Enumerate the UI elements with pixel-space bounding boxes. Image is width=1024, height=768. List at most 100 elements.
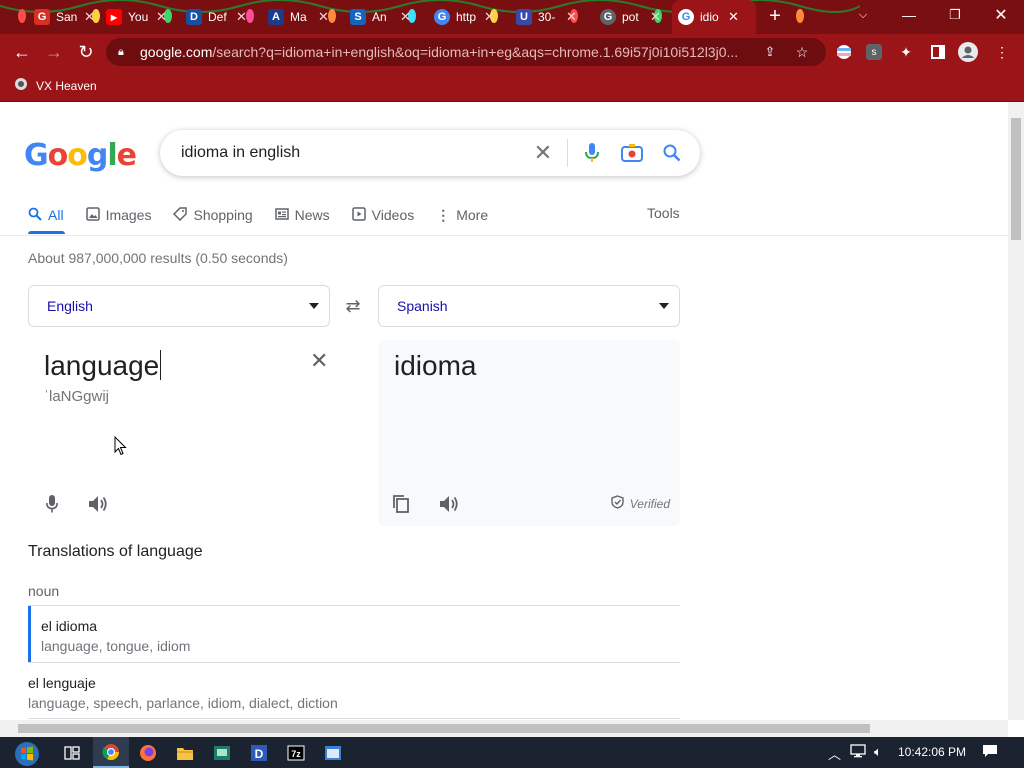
app-icon[interactable] (204, 737, 240, 768)
shield-check-icon (611, 495, 624, 512)
browser-tab[interactable]: U 30- ✕ (510, 0, 583, 34)
task-view-icon[interactable] (54, 737, 90, 768)
source-language-select[interactable]: English (28, 285, 330, 327)
browser-tab[interactable]: G http ✕ (428, 0, 501, 34)
firefox-icon[interactable] (130, 737, 166, 768)
close-tab-icon[interactable]: ✕ (156, 9, 167, 25)
tab-all[interactable]: All (28, 204, 64, 226)
close-tab-icon[interactable]: ✕ (318, 9, 329, 25)
news-icon (274, 207, 289, 224)
vertical-scrollbar[interactable] (1008, 102, 1024, 720)
copy-icon[interactable] (389, 492, 413, 516)
browser-tab-active[interactable]: G idio ✕ (672, 0, 756, 34)
clear-search-icon[interactable]: ✕ (523, 130, 563, 176)
source-text-input[interactable]: language (44, 350, 162, 382)
tab-news[interactable]: News (274, 204, 330, 226)
bookmark-label: VX Heaven (36, 78, 97, 93)
horizontal-scrollbar[interactable] (0, 720, 1008, 737)
camera-lens-icon[interactable] (612, 130, 652, 176)
target-language-select[interactable]: Spanish (378, 285, 680, 327)
image-icon (85, 206, 100, 224)
bookmark-item[interactable]: VX Heaven (14, 77, 97, 94)
search-nav-tabs: All Images Shopping News Videos ⋮ More (28, 204, 510, 236)
microphone-icon[interactable] (40, 492, 64, 516)
close-tab-icon[interactable]: ✕ (650, 9, 661, 25)
tab-more[interactable]: ⋮ More (436, 204, 488, 226)
extension-flag-icon[interactable] (834, 42, 854, 62)
back-arrow-icon[interactable]: ← (10, 40, 34, 64)
side-panel-icon[interactable] (928, 42, 948, 62)
site-favicon-icon: U (516, 9, 532, 25)
new-tab-button[interactable]: + (765, 6, 785, 27)
minimize-button[interactable]: — (886, 0, 932, 30)
scrollbar-thumb[interactable] (1011, 118, 1021, 240)
chrome-icon[interactable] (93, 737, 129, 768)
close-tab-icon[interactable]: ✕ (484, 9, 495, 25)
close-window-button[interactable]: ✕ (978, 0, 1024, 30)
tools-button[interactable]: Tools (647, 205, 680, 221)
network-icon[interactable] (850, 744, 866, 761)
reload-icon[interactable]: ↻ (74, 40, 98, 64)
close-tab-icon[interactable]: ✕ (728, 9, 739, 25)
scrollbar-thumb[interactable] (18, 724, 870, 733)
verified-badge[interactable]: Verified (611, 495, 670, 512)
address-bar[interactable]: 🔒︎ google.com/search?q=idioma+in+english… (106, 38, 826, 66)
speaker-icon[interactable] (86, 492, 110, 516)
clear-text-icon[interactable]: ✕ (310, 348, 328, 374)
close-tab-icon[interactable]: ✕ (236, 9, 247, 25)
globe-icon: G (600, 9, 616, 25)
dictionary-icon: D (186, 9, 202, 25)
start-button[interactable] (10, 740, 44, 768)
share-icon[interactable]: ⇪ (760, 42, 780, 62)
close-tab-icon[interactable]: ✕ (400, 9, 411, 25)
google-logo[interactable]: Google (24, 138, 137, 173)
tab-title: 30- (538, 10, 556, 24)
bookmark-star-icon[interactable]: ☆ (792, 42, 812, 62)
translation-row[interactable]: el idioma language, tongue, idiom (28, 606, 680, 663)
volume-icon[interactable]: 🔈︎ (874, 744, 882, 760)
lock-icon: 🔒︎ (118, 45, 124, 58)
dropdown-caret-icon (659, 303, 669, 309)
search-icon (28, 207, 42, 224)
tab-images[interactable]: Images (85, 204, 151, 226)
microphone-icon[interactable] (572, 130, 612, 176)
browser-tab[interactable]: D Def ✕ (180, 0, 253, 34)
show-hidden-icons-icon[interactable]: ︿ (828, 744, 841, 763)
chrome-menu-icon[interactable]: ⋮ (992, 42, 1012, 62)
divider (567, 139, 568, 167)
translation-row[interactable]: el lenguaje language, speech, parlance, … (15, 663, 667, 720)
dev-icon[interactable]: D (241, 737, 277, 768)
browser-tab[interactable]: S An ✕ (344, 0, 417, 34)
profile-avatar-icon[interactable] (958, 42, 978, 62)
google-favicon-icon: G (434, 9, 450, 25)
taskbar-clock[interactable]: 10:42:06 PM (898, 745, 966, 759)
google-favicon-icon: G (678, 9, 694, 25)
notifications-icon[interactable] (982, 744, 998, 761)
window-icon[interactable] (315, 737, 351, 768)
browser-tab[interactable]: G pot ✕ (594, 0, 667, 34)
tab-search-icon[interactable]: ⌵ (840, 0, 886, 30)
browser-tab[interactable]: G San ✕ (28, 0, 101, 34)
browser-tab[interactable]: ▶ You ✕ (100, 0, 173, 34)
search-box[interactable]: idioma in english ✕ (160, 130, 700, 176)
restore-button[interactable]: ❐ (932, 0, 978, 30)
search-icon[interactable] (652, 130, 692, 176)
tab-title: An (372, 10, 387, 24)
forward-arrow-icon[interactable]: → (42, 40, 66, 64)
7zip-icon[interactable]: 7z (278, 737, 314, 768)
source-text-panel[interactable]: language ˈlaNGgwij ✕ (28, 340, 352, 526)
speaker-icon[interactable] (437, 492, 461, 516)
tab-videos[interactable]: Videos (351, 204, 414, 226)
swap-languages-icon[interactable]: ⇄ (340, 296, 366, 316)
tab-shopping[interactable]: Shopping (173, 204, 253, 226)
search-input[interactable]: idioma in english (181, 144, 523, 162)
close-tab-icon[interactable]: ✕ (84, 9, 95, 25)
translation-word: el idioma (41, 618, 98, 634)
extensions-puzzle-icon[interactable]: ✦ (896, 42, 916, 62)
browser-tab[interactable]: A Ma ✕ (262, 0, 335, 34)
file-explorer-icon[interactable] (167, 737, 203, 768)
svg-text:D: D (255, 747, 264, 761)
close-tab-icon[interactable]: ✕ (566, 9, 577, 25)
extension-s-icon[interactable]: s (864, 42, 884, 62)
site-favicon-icon: S (350, 9, 366, 25)
